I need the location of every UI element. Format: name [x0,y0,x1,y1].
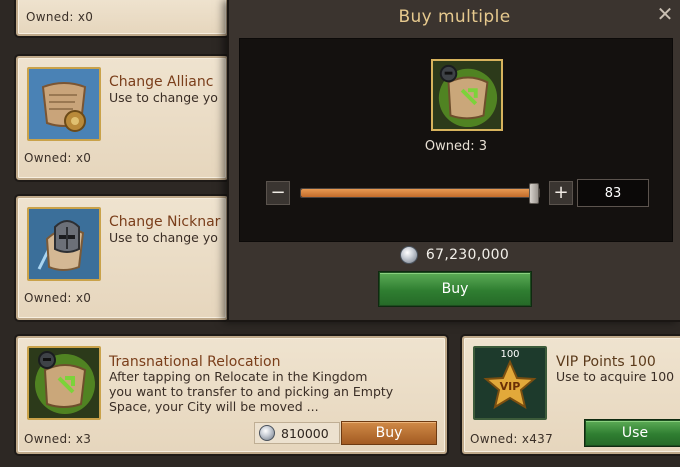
item-title: Change Nicknar [109,214,221,230]
item-price-value: 810000 [281,425,329,441]
item-card-change-nickname[interactable]: Change Nicknar Use to change yo Owned: x… [16,196,228,320]
silver-coin-icon [399,246,418,264]
description-line: After tapping on Relocate in the Kingdom [109,369,368,384]
description-line: Space, your City will be moved ... [109,399,319,414]
owned-count: Owned: x0 [26,10,94,24]
vip-badge-number: 100 [500,349,520,360]
item-description: Use to change yo [109,90,218,105]
relocation-scroll-icon [27,346,101,420]
owned-count: Owned: x437 [470,432,554,446]
slider-fill [301,189,535,197]
vip-icon-label: VIP [499,380,521,393]
item-card-change-alliance[interactable]: Change Allianc Use to change yo Owned: x… [16,56,228,180]
item-card-transnational-relocation[interactable]: Transnational Relocation After tapping o… [16,336,447,454]
relocation-scroll-icon [431,59,503,131]
item-title: VIP Points 100 [556,354,656,370]
item-description: Use to acquire 100 [556,369,675,384]
item-card-vip-points[interactable]: 100 VIP VIP Points 100 Use to acquire 10… [462,336,680,454]
slider-handle[interactable] [529,183,540,204]
item-title: Transnational Relocation [109,354,281,370]
use-button[interactable]: Use [585,420,680,446]
item-description: After tapping on Relocate in the Kingdom… [109,369,393,414]
quantity-slider[interactable] [300,183,540,204]
increase-quantity-button[interactable]: + [549,181,573,205]
buy-button[interactable]: Buy [341,421,437,445]
close-icon[interactable]: ✕ [654,4,676,26]
buy-multiple-dialog: Buy multiple ✕ Owned: 3 − + 67,230,000 B… [227,0,680,322]
owned-count: Owned: 3 [424,139,488,154]
buy-button[interactable]: Buy [379,272,531,306]
vip-star-icon: 100 VIP [473,346,547,420]
dialog-content-panel: Owned: 3 − + [239,38,673,242]
quantity-input[interactable] [577,179,649,207]
decrease-quantity-button[interactable]: − [266,181,290,205]
description-line: you want to transfer to and picking an E… [109,384,394,399]
helmet-scroll-icon [27,207,101,281]
item-description: Use to change yo [109,230,218,245]
owned-count: Owned: x3 [24,432,92,446]
total-price: 67,230,000 [229,246,680,264]
item-price: 810000 [254,422,340,444]
total-price-value: 67,230,000 [425,247,510,263]
item-card-top: Owned: x0 [16,0,228,36]
silver-coin-icon [259,425,275,441]
dialog-title: Buy multiple [398,7,511,27]
owned-count: Owned: x0 [24,291,92,305]
item-title: Change Allianc [109,74,214,90]
owned-count: Owned: x0 [24,151,92,165]
alliance-scroll-icon [27,67,101,141]
